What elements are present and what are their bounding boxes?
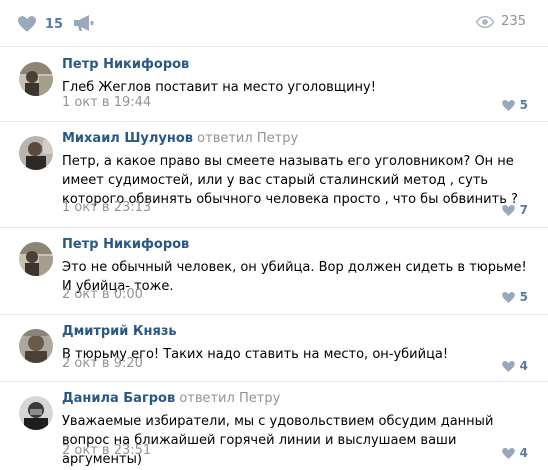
- comment-item: Петр Никифоров Глеб Жеглов поставит на м…: [0, 48, 548, 122]
- comment-date[interactable]: 2 окт в 9:20: [62, 356, 143, 371]
- comment-header: Данила Багров ответил Петру: [62, 391, 280, 406]
- comment-header: Михаил Шулунов ответил Петру: [62, 131, 298, 146]
- views-count: 235: [501, 14, 526, 29]
- avatar-photo: [19, 62, 53, 96]
- heart-icon: [501, 291, 515, 303]
- heart-icon: [501, 204, 515, 216]
- megaphone-icon: [74, 15, 94, 31]
- heart-icon: [501, 447, 515, 459]
- avatar[interactable]: [19, 136, 53, 170]
- heart-icon: [501, 99, 515, 111]
- comment-item: Михаил Шулунов ответил Петру Петр, а как…: [0, 122, 548, 228]
- views-counter: 235: [476, 14, 526, 29]
- author-link[interactable]: Данила Багров: [62, 391, 175, 406]
- comment-like-button[interactable]: 5: [501, 290, 528, 304]
- replied-label: ответил: [197, 131, 253, 146]
- comment-header: Петр Никифоров: [62, 237, 189, 252]
- avatar-photo: [19, 242, 53, 276]
- comment-like-count: 7: [519, 203, 528, 217]
- avatar[interactable]: [19, 242, 53, 276]
- comment-like-count: 4: [519, 446, 528, 460]
- comment-header: Петр Никифоров: [62, 57, 189, 72]
- avatar-photo: [19, 136, 53, 170]
- eye-icon: [476, 15, 495, 28]
- author-link[interactable]: Петр Никифоров: [62, 237, 189, 252]
- author-link[interactable]: Петр Никифоров: [62, 57, 189, 72]
- comment-like-count: 4: [519, 359, 528, 373]
- comment-like-button[interactable]: 5: [501, 98, 528, 112]
- avatar[interactable]: [19, 329, 53, 363]
- comment-item: Дмитрий Князь В тюрьму его! Таких надо с…: [0, 315, 548, 382]
- avatar-photo: [19, 329, 53, 363]
- comment-text: Уважаемые избиратели, мы с удовольствием…: [62, 414, 494, 467]
- like-button[interactable]: 15: [18, 14, 63, 34]
- reply-to-link[interactable]: Петру: [257, 131, 298, 146]
- avatar-photo: [19, 396, 53, 430]
- reply-to-link[interactable]: Петру: [239, 391, 280, 406]
- avatar[interactable]: [19, 62, 53, 96]
- like-count: 15: [45, 16, 64, 32]
- comment-like-count: 5: [519, 290, 528, 304]
- comment-date[interactable]: 2 окт в 0:00: [62, 287, 143, 302]
- comment-date[interactable]: 1 окт в 19:44: [62, 95, 151, 110]
- comment-like-button[interactable]: 4: [501, 359, 528, 373]
- comment-date[interactable]: 2 окт в 23:51: [62, 443, 151, 458]
- comment-date[interactable]: 1 окт в 23:13: [62, 200, 151, 215]
- replied-label: ответил: [179, 391, 235, 406]
- comment-header: Дмитрий Князь: [62, 324, 177, 339]
- author-link[interactable]: Михаил Шулунов: [62, 131, 193, 146]
- comment-item: Петр Никифоров Это не обычный человек, о…: [0, 228, 548, 315]
- comment-like-count: 5: [519, 98, 528, 112]
- comment-like-button[interactable]: 7: [501, 203, 528, 217]
- avatar[interactable]: [19, 396, 53, 430]
- share-button[interactable]: [73, 13, 95, 33]
- comment-like-button[interactable]: 4: [501, 446, 528, 460]
- comment-item: Данила Багров ответил Петру Уважаемые из…: [0, 382, 548, 470]
- post-action-bar: 15 235: [0, 0, 548, 47]
- heart-icon: [501, 360, 515, 372]
- author-link[interactable]: Дмитрий Князь: [62, 324, 177, 339]
- heart-icon: [18, 16, 36, 32]
